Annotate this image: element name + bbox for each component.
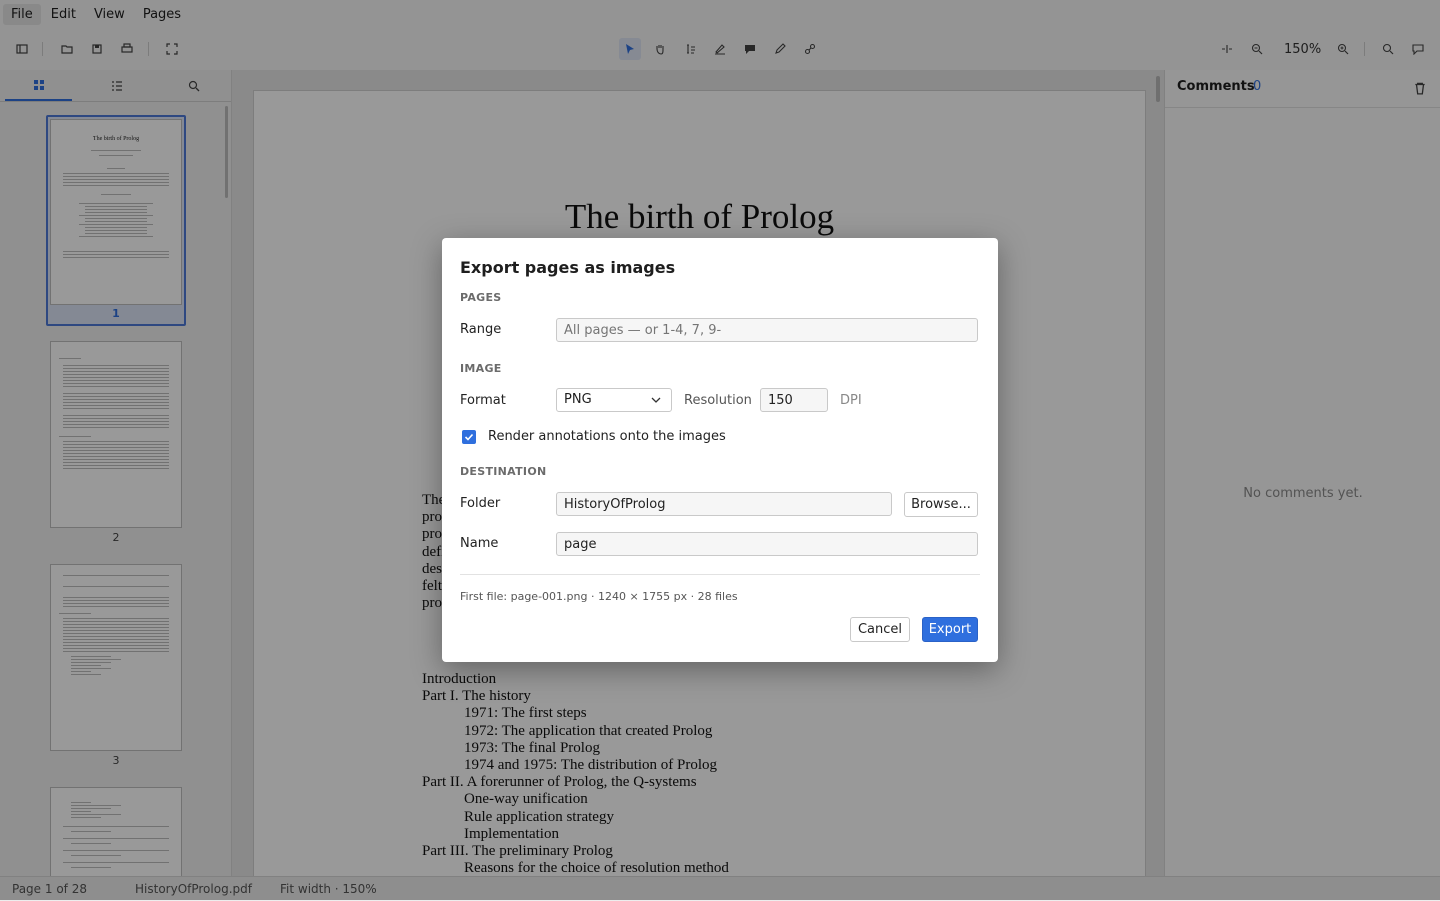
- render-annotations-label[interactable]: Render annotations onto the images: [488, 429, 726, 444]
- resolution-unit: DPI: [840, 393, 862, 408]
- section-pages: PAGES: [460, 291, 502, 304]
- folder-label: Folder: [460, 496, 501, 511]
- dialog-title: Export pages as images: [460, 258, 676, 277]
- resolution-input[interactable]: [760, 388, 828, 412]
- folder-input[interactable]: [556, 492, 892, 516]
- dialog-divider: [460, 574, 980, 575]
- export-button[interactable]: Export: [922, 617, 978, 642]
- browse-button[interactable]: Browse...: [904, 492, 978, 517]
- resolution-label: Resolution: [684, 393, 752, 408]
- name-label: Name: [460, 536, 499, 551]
- export-summary: First file: page-001.png · 1240 × 1755 p…: [460, 590, 738, 603]
- export-dialog: Export pages as images PAGES Range IMAGE…: [442, 238, 998, 662]
- cancel-button[interactable]: Cancel: [850, 617, 910, 642]
- render-annotations-checkbox[interactable]: [462, 430, 476, 444]
- name-input[interactable]: [556, 532, 978, 556]
- checkmark-icon: [464, 433, 474, 441]
- range-label: Range: [460, 322, 502, 337]
- format-value: PNG: [564, 392, 592, 407]
- format-label: Format: [460, 393, 506, 408]
- section-image: IMAGE: [460, 362, 502, 375]
- format-select[interactable]: PNG: [556, 388, 672, 412]
- chevron-down-icon: [651, 397, 661, 403]
- range-input[interactable]: [556, 318, 978, 342]
- section-destination: DESTINATION: [460, 465, 547, 478]
